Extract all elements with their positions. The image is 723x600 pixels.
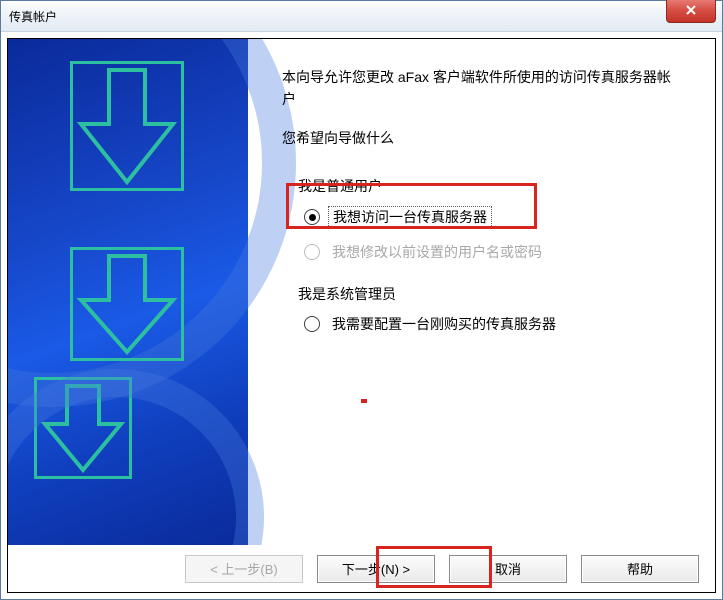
sidebar-art bbox=[8, 39, 248, 545]
down-arrow-icon bbox=[70, 61, 184, 191]
cancel-button[interactable]: 取消 bbox=[449, 555, 567, 583]
window-title: 传真帐户 bbox=[1, 8, 57, 25]
back-button-label: < 上一步(B) bbox=[210, 559, 278, 578]
wizard-body: 本向导允许您更改 aFax 客户端软件所使用的访问传真服务器帐户 您希望向导做什… bbox=[7, 38, 716, 545]
radio-icon bbox=[304, 209, 320, 225]
prompt-text: 您希望向导做什么 bbox=[282, 128, 681, 148]
radio-modify-credentials: 我想修改以前设置的用户名或密码 bbox=[304, 242, 681, 262]
wizard-window: 传真帐户 本向导允许您更改 aFax 客户端软件所使用的访问传真服务器帐户 bbox=[0, 0, 723, 600]
group-regular-label: 我是普通用户 bbox=[298, 176, 681, 196]
down-arrow-icon bbox=[34, 377, 132, 479]
wizard-footer: < 上一步(B) 下一步(N) > 取消 帮助 bbox=[7, 545, 716, 593]
wizard-content: 本向导允许您更改 aFax 客户端软件所使用的访问传真服务器帐户 您希望向导做什… bbox=[248, 39, 715, 545]
next-button-label: 下一步(N) > bbox=[342, 559, 410, 578]
down-arrow-icon bbox=[70, 247, 184, 361]
radio-configure-server-label: 我需要配置一台刚购买的传真服务器 bbox=[328, 314, 560, 334]
annotation-dot bbox=[361, 399, 367, 403]
cancel-button-label: 取消 bbox=[495, 559, 521, 578]
close-button[interactable] bbox=[666, 0, 716, 23]
title-bar: 传真帐户 bbox=[1, 1, 722, 32]
radio-access-server-label: 我想访问一台传真服务器 bbox=[328, 206, 492, 228]
radio-icon bbox=[304, 316, 320, 332]
help-button-label: 帮助 bbox=[627, 559, 653, 578]
radio-access-server[interactable]: 我想访问一台传真服务器 bbox=[304, 206, 681, 228]
radio-configure-server[interactable]: 我需要配置一台刚购买的传真服务器 bbox=[304, 314, 681, 334]
next-button[interactable]: 下一步(N) > bbox=[317, 555, 435, 583]
intro-text: 本向导允许您更改 aFax 客户端软件所使用的访问传真服务器帐户 bbox=[282, 67, 681, 110]
back-button: < 上一步(B) bbox=[185, 555, 303, 583]
client-area: 本向导允许您更改 aFax 客户端软件所使用的访问传真服务器帐户 您希望向导做什… bbox=[1, 32, 722, 599]
help-button[interactable]: 帮助 bbox=[581, 555, 699, 583]
radio-icon bbox=[304, 244, 320, 260]
radio-modify-credentials-label: 我想修改以前设置的用户名或密码 bbox=[328, 242, 546, 262]
group-admin-label: 我是系统管理员 bbox=[298, 284, 681, 304]
close-icon bbox=[685, 4, 697, 19]
